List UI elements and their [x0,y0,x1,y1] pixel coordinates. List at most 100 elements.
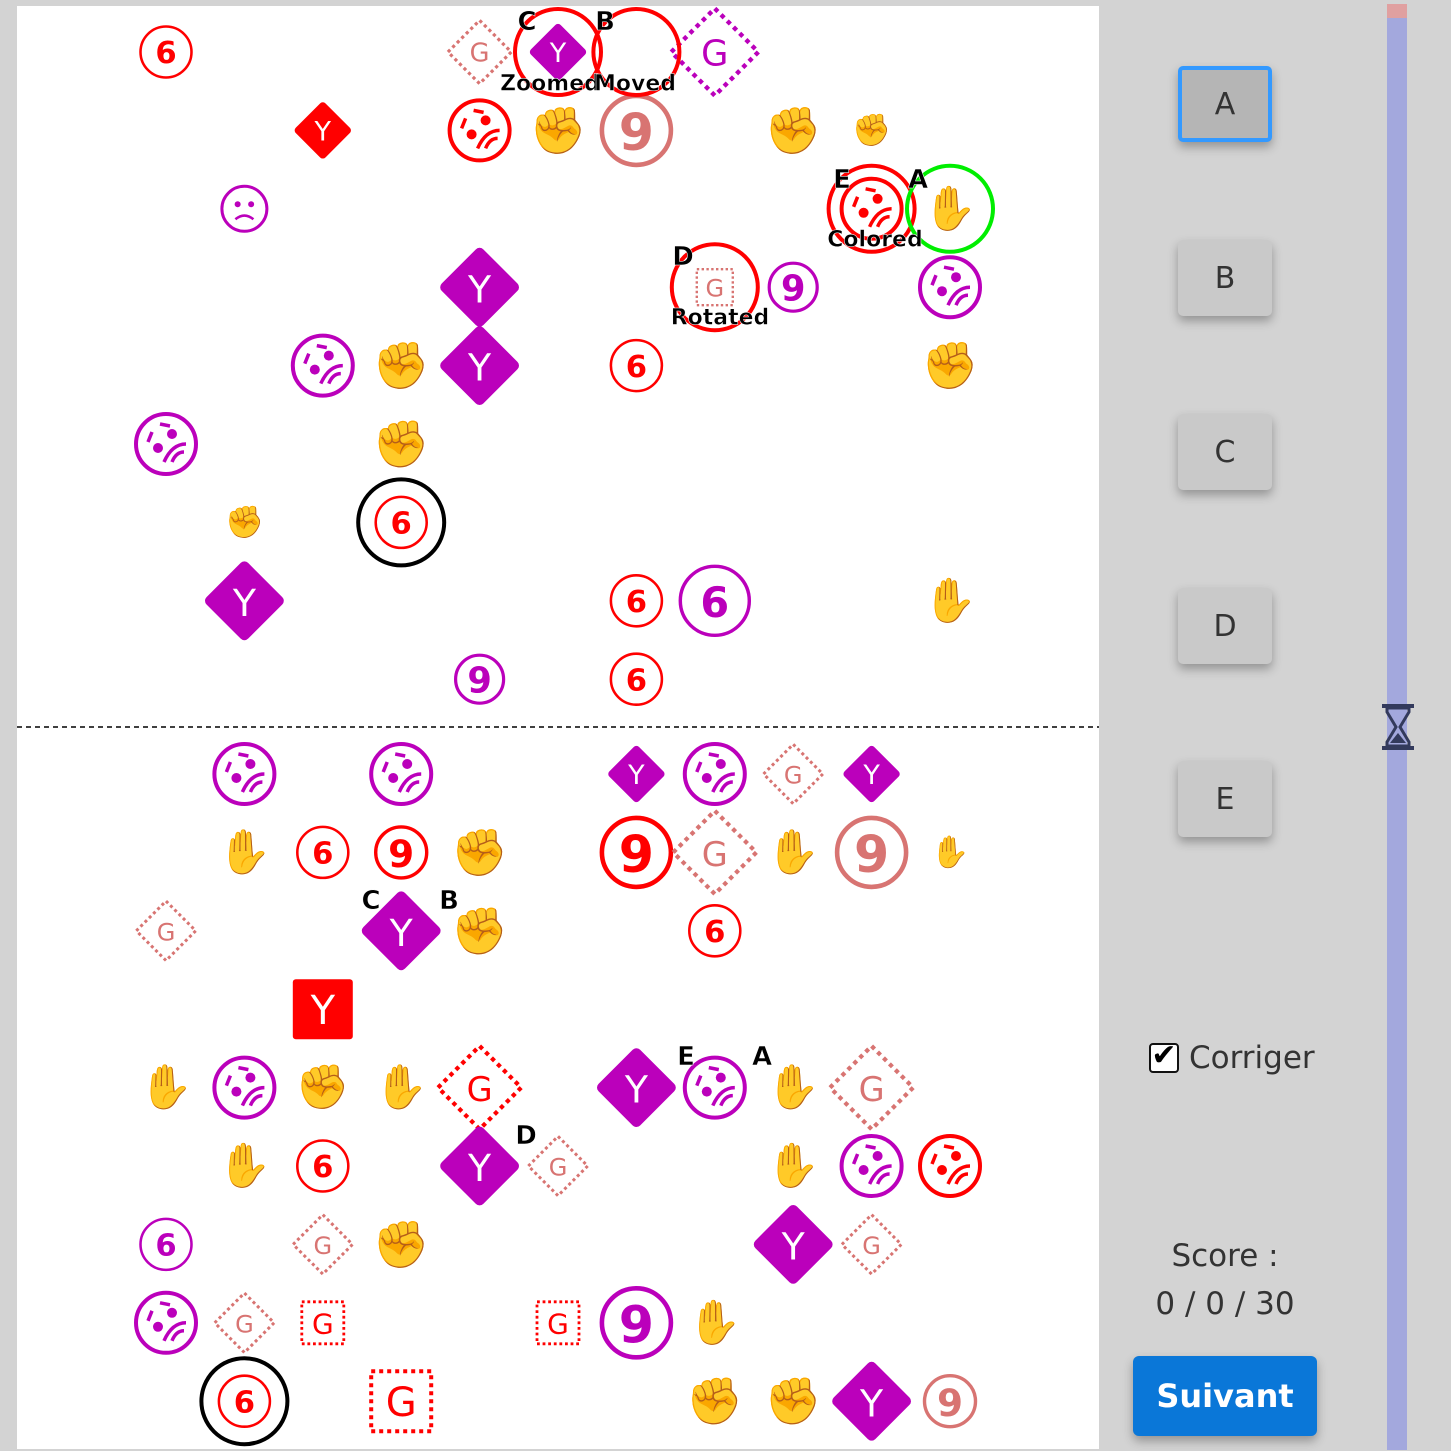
answer-button-e[interactable]: E [1178,761,1272,837]
symbol-y-square-red[interactable]: Y [292,979,353,1040]
symbol-y-diamond-magenta[interactable]: Y [830,1360,913,1443]
symbol-fist-magenta[interactable]: ✊ [225,504,264,540]
symbol-spiral6-red[interactable]: 6 [609,338,664,393]
symbol-nine-magenta[interactable]: 9 [599,1286,674,1360]
symbol-face-magenta[interactable] [839,1134,904,1198]
symbol-fist-magenta[interactable]: ✊ [852,112,891,148]
symbol-face-magenta[interactable] [212,1055,277,1120]
symbol-g-diamond-salmon[interactable]: G [290,1212,355,1277]
symbol-hand-magenta[interactable]: ✋ [923,575,977,626]
symbol-spiral6-red[interactable]: 6 [374,495,428,550]
symbol-face-red[interactable] [918,1134,982,1198]
symbol-y-diamond-magenta[interactable]: Y [203,559,286,642]
symbol-nine-red[interactable]: 9 [374,825,429,880]
symbol-y-diamond-red[interactable]: Y [293,101,352,160]
symbol-y-diamond-magenta[interactable]: Y [752,1203,835,1286]
symbol-y-diamond-magenta[interactable]: Y [842,744,901,803]
svg-text:6: 6 [234,1385,255,1420]
symbol-hand-salmon[interactable]: ✋ [931,833,970,870]
svg-text:Y: Y [310,988,336,1034]
symbol-hand-magenta[interactable]: ✋ [766,1062,820,1113]
symbol-g-diamond-salmon[interactable]: G [839,1212,904,1277]
symbol-y-diamond-magenta[interactable]: Y [607,744,666,803]
svg-text:✋: ✋ [139,1062,193,1113]
symbol-fist-red[interactable]: ✊ [686,1375,743,1429]
symbol-fist-red[interactable]: ✊ [922,339,979,393]
symbol-y-diamond-magenta[interactable]: Y [438,1124,521,1207]
corriger-label: Corriger [1189,1040,1315,1076]
symbol-g-square-red[interactable]: G [369,1369,434,1434]
corriger-toggle[interactable]: ✔ Corriger [1149,1040,1315,1076]
symbol-hand-magenta[interactable]: ✋ [218,826,272,877]
symbol-hand-magenta[interactable]: ✋ [688,1297,742,1348]
symbol-sad-magenta[interactable] [220,184,269,233]
symbol-fist-salmon[interactable]: ✊ [296,1063,350,1113]
next-button[interactable]: Suivant [1133,1356,1317,1436]
symbol-g-square-salmon[interactable]: G [695,268,734,307]
answer-button-c[interactable]: C [1178,414,1272,490]
game-board[interactable]: 6 G Y G Y ✊ 9 ✊ ✊ ✋ Y G 9 ✊ Y 6 ✊ ✊ ✊ 6 Y 6 6 ✋ 9 6 Y G Y ✋ 6 9 ✊ 9 G ✋ 9 ✋ G Y… [17,6,1099,1449]
symbol-face-magenta[interactable] [134,412,198,476]
symbol-g-diamond-salmon[interactable]: G [212,1290,277,1355]
symbol-g-square-red[interactable]: G [300,1300,346,1346]
symbol-g-square-red[interactable]: G [535,1300,581,1346]
symbol-g-diamond-red[interactable]: G [435,1043,525,1133]
symbol-hand-magenta[interactable]: ✋ [766,826,820,877]
symbol-g-diamond-salmon[interactable]: G [526,1134,590,1198]
symbol-hand-magenta[interactable]: ✋ [374,1062,428,1113]
symbol-hand-magenta[interactable]: ✋ [766,1140,820,1191]
symbol-nine-salmon[interactable]: 9 [922,1373,978,1429]
symbol-face-magenta[interactable] [369,742,434,806]
svg-text:✊: ✊ [225,504,264,540]
symbol-spiral6-red[interactable]: 6 [609,652,664,706]
symbol-fist-red[interactable]: ✊ [373,339,430,393]
symbol-face-magenta[interactable] [918,255,982,320]
symbol-fist-red[interactable]: ✊ [373,418,430,472]
symbol-fist-red[interactable]: ✊ [765,104,822,158]
symbol-y-diamond-magenta[interactable]: Y [438,324,521,407]
symbol-g-diamond-salmon[interactable]: G [761,742,826,806]
symbol-spiral6-red[interactable]: 6 [609,574,664,628]
symbol-fist-red[interactable]: ✊ [765,1375,822,1429]
answer-button-b[interactable]: B [1178,240,1272,316]
symbol-fist-red[interactable]: ✊ [451,826,508,880]
answer-button-d[interactable]: D [1178,588,1272,664]
symbol-spiral6-magenta[interactable]: 6 [139,1217,193,1272]
symbol-hand-magenta[interactable]: ✋ [139,1062,193,1113]
bottom-label-d: D [515,1121,537,1151]
symbol-nine-red[interactable]: 9 [599,815,674,890]
svg-text:6: 6 [626,663,647,698]
symbol-spiral6-red[interactable]: 6 [688,904,742,958]
symbol-face-magenta[interactable] [290,333,355,398]
symbol-face-magenta[interactable] [682,742,747,806]
symbol-g-diamond-salmon[interactable]: G [134,898,198,963]
corriger-checkbox[interactable]: ✔ [1149,1041,1179,1073]
symbol-nine-magenta[interactable]: 9 [767,261,819,313]
symbol-g-diamond-salmon[interactable]: G [827,1043,917,1133]
symbol-spiral6-magenta[interactable]: 6 [678,564,752,638]
symbol-g-diamond-salmon[interactable]: G [670,807,760,897]
symbol-fist-red[interactable]: ✊ [373,1218,430,1272]
symbol-g-diamond-magenta[interactable]: G [668,6,762,99]
symbol-hand-magenta[interactable]: ✋ [218,1140,272,1191]
symbol-nine-salmon[interactable]: 9 [834,815,909,890]
symbol-face-red[interactable] [447,98,512,163]
symbol-spiral6-red[interactable]: 6 [217,1374,272,1428]
symbol-hand-magenta[interactable]: ✋ [923,183,977,234]
symbol-nine-salmon[interactable]: 9 [599,93,674,168]
symbol-spiral6-red[interactable]: 6 [296,825,350,880]
svg-text:9: 9 [619,825,654,884]
symbol-spiral6-red[interactable]: 6 [296,1139,350,1193]
symbol-spiral6-red[interactable]: 6 [139,25,193,79]
symbol-face-magenta[interactable] [134,1290,198,1355]
top-label-d: D [672,242,694,272]
symbol-y-diamond-magenta[interactable]: Y [438,246,521,329]
board-canvas[interactable]: 6 G Y GY ✊ 9 ✊ ✊✋Y G 9✊ Y 6 ✊✊✊ 6Y 6 6 ✋9 6Y G Y✋ 6 9 ✊ 9 G ✋ 9 ✋G Y… [17,6,1099,1449]
symbol-y-diamond-magenta[interactable]: Y [595,1046,678,1129]
symbol-nine-magenta[interactable]: 9 [454,653,506,705]
answer-button-a[interactable]: A [1178,66,1272,142]
svg-text:Y: Y [467,346,492,390]
symbol-fist-red[interactable]: ✊ [530,104,587,158]
symbol-face-magenta[interactable] [212,742,277,806]
symbol-fist-red[interactable]: ✊ [451,904,508,958]
